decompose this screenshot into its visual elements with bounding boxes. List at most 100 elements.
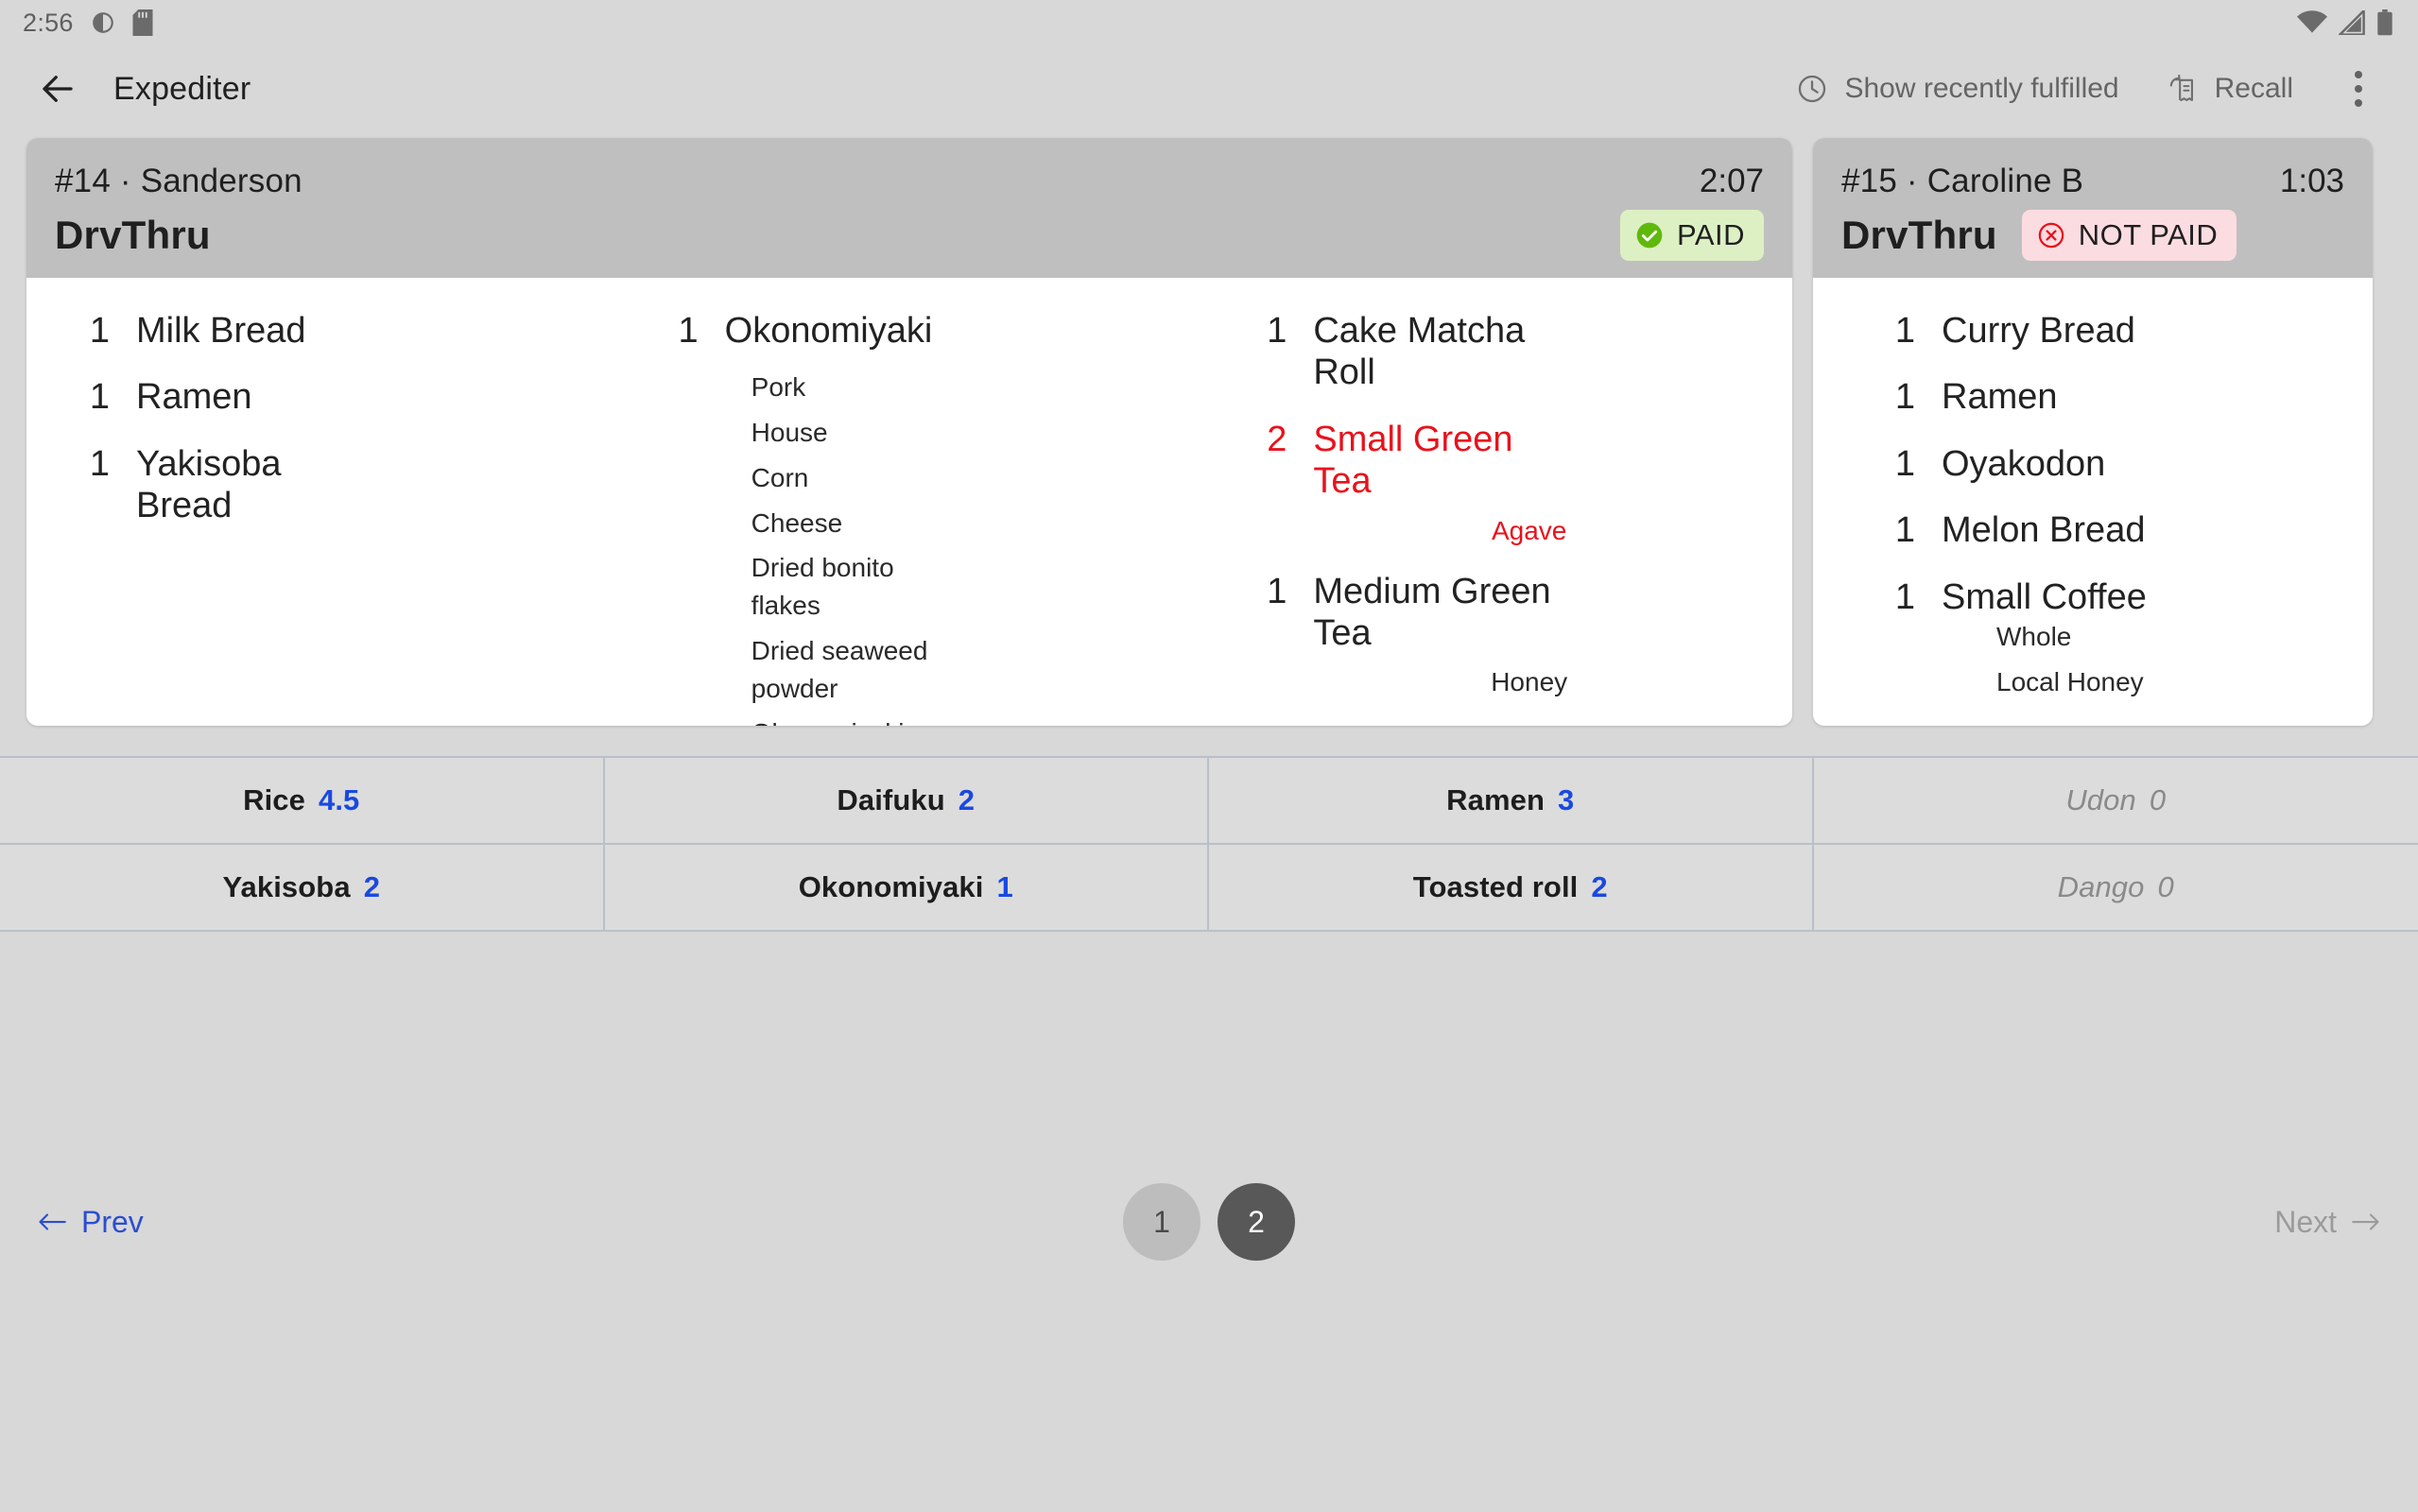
total-cell[interactable]: Yakisoba 2	[0, 845, 605, 932]
item-name: Melon Bread	[1942, 510, 2146, 551]
do-not-disturb-icon	[91, 10, 115, 35]
item-modifier: Honey	[1491, 667, 1568, 697]
order-header-top-row: #14 · Sanderson 2:07	[55, 163, 1764, 200]
item-quantity: 1	[1894, 377, 1915, 418]
item-name: Ramen	[1942, 377, 2058, 418]
item-modifier: Dried seaweed powder	[751, 635, 928, 703]
item-modifier: Local Honey	[1996, 667, 2144, 697]
order-destination: DrvThru	[1841, 213, 1997, 257]
item-name: Milk Bread	[136, 311, 306, 351]
order-line-item: 1 Small Coffee	[1855, 576, 2356, 618]
pagination: Prev 1 2 Next	[0, 932, 2418, 1512]
order-timer: 1:03	[2279, 163, 2344, 199]
item-name: Small Green Tea	[1313, 419, 1513, 502]
total-count: 2	[958, 783, 976, 816]
item-modifier: Agave	[1491, 515, 1567, 545]
wifi-icon	[2297, 10, 2327, 35]
order-items: 1 Milk Bread 1 Ramen 1 Yakisoba Bread 1 …	[26, 278, 1792, 726]
total-label: Yakisoba	[222, 870, 351, 903]
arrow-left-icon	[38, 1211, 66, 1232]
cancel-circle-icon	[2036, 220, 2066, 250]
order-items-column: 1 Okonomiyaki Pork House Corn Cheese Dri…	[615, 310, 1204, 726]
overflow-dot	[2355, 85, 2362, 93]
recall-label: Recall	[2214, 73, 2293, 104]
page-number-button[interactable]: 1	[1123, 1183, 1200, 1261]
item-name: Ramen	[136, 377, 252, 418]
item-name: Yakisoba Bread	[136, 443, 282, 526]
total-cell[interactable]: Toasted roll 2	[1209, 845, 1814, 932]
total-count: 0	[2157, 870, 2174, 903]
page-title: Expediter	[113, 70, 251, 107]
order-identifier: #14 · Sanderson	[55, 163, 302, 199]
cellular-signal-icon	[2337, 8, 2365, 36]
order-line-item: 2 Small Green Tea	[1226, 419, 1775, 503]
item-modifier: Cheese	[751, 507, 843, 538]
prev-page-button[interactable]: Prev	[38, 1205, 144, 1240]
total-cell[interactable]: Ramen 3	[1209, 758, 1814, 845]
order-card-header: #15 · Caroline B 1:03 DrvThru NOT PAID	[1813, 138, 2373, 278]
status-bar: 2:56	[0, 0, 2418, 45]
item-totals-grid: Rice 4.5 Daifuku 2 Ramen 3 Udon 0 Yakisoba 2 …	[0, 756, 2418, 932]
total-count: 2	[1591, 870, 1608, 903]
order-line-item: 1 Melon Bread	[1855, 509, 2356, 551]
next-page-button[interactable]: Next	[2274, 1205, 2380, 1240]
order-line-item: 1 Okonomiyaki	[638, 310, 1187, 352]
total-cell[interactable]: Udon 0	[1813, 758, 2418, 845]
show-recently-fulfilled-label: Show recently fulfilled	[1844, 73, 2119, 104]
item-name: Oyakodon	[1942, 443, 2106, 484]
item-modifier: Corn	[751, 462, 809, 492]
overflow-dot	[2355, 99, 2362, 107]
back-button[interactable]	[28, 60, 87, 118]
recall-button[interactable]: Recall	[2153, 65, 2306, 112]
item-quantity: 1	[1267, 571, 1287, 611]
status-bar-clock: 2:56	[23, 8, 74, 37]
status-bar-left: 2:56	[23, 9, 153, 38]
total-cell[interactable]: Daifuku 2	[604, 758, 1209, 845]
order-card[interactable]: #15 · Caroline B 1:03 DrvThru NOT PAID 1…	[1813, 138, 2373, 726]
overflow-dot	[2355, 71, 2362, 78]
item-name: Okonomiyaki	[724, 311, 933, 351]
total-cell[interactable]: Rice 4.5	[0, 758, 605, 845]
order-line-item: 1 Milk Bread	[49, 310, 598, 352]
total-count: 2	[363, 870, 381, 903]
status-badge-label: NOT PAID	[2078, 218, 2219, 251]
item-modifier: Okonomiyaki Sauce	[751, 714, 941, 726]
more-vertical-icon[interactable]	[2331, 60, 2386, 118]
total-label: Rice	[243, 783, 305, 816]
order-header-bottom-row: DrvThru PAID	[55, 210, 1764, 261]
order-cards: #14 · Sanderson 2:07 DrvThru PAID 1 Milk…	[0, 132, 2418, 756]
receipt-undo-icon	[2167, 73, 2199, 105]
back-arrow-icon	[38, 69, 78, 109]
order-header-top-row: #15 · Caroline B 1:03	[1841, 163, 2344, 200]
page-number-button-active[interactable]: 2	[1218, 1183, 1295, 1261]
item-modifiers: Agave	[1226, 512, 1775, 550]
order-card[interactable]: #14 · Sanderson 2:07 DrvThru PAID 1 Milk…	[26, 138, 1792, 726]
item-modifier: Whole	[1996, 622, 2072, 652]
arrow-right-icon	[2352, 1211, 2380, 1232]
status-badge: PAID	[1619, 210, 1764, 261]
order-line-item: 1 Ramen	[49, 376, 598, 418]
item-modifiers: Pork House Corn Cheese Dried bonito flak…	[638, 369, 1187, 726]
sd-card-icon	[132, 9, 153, 36]
total-cell[interactable]: Dango 0	[1813, 845, 2418, 932]
order-identifier: #15 · Caroline B	[1841, 163, 2084, 199]
status-bar-right	[2297, 8, 2393, 36]
item-quantity: 1	[1894, 510, 1915, 551]
item-quantity: 1	[1894, 311, 1915, 351]
order-destination: DrvThru	[55, 213, 211, 257]
item-modifiers: Honey	[1226, 663, 1775, 701]
order-card-header: #14 · Sanderson 2:07 DrvThru PAID	[26, 138, 1792, 278]
total-count: 0	[2149, 783, 2167, 816]
show-recently-fulfilled-button[interactable]: Show recently fulfilled	[1783, 65, 2132, 112]
item-quantity: 1	[678, 311, 699, 351]
item-quantity: 1	[1894, 443, 1915, 484]
total-count: 1	[996, 870, 1013, 903]
item-quantity: 1	[1894, 576, 1915, 617]
item-modifiers: Whole Local Honey	[1855, 618, 2356, 701]
total-count: 4.5	[318, 783, 360, 816]
next-page-label: Next	[2274, 1204, 2337, 1239]
total-cell[interactable]: Okonomiyaki 1	[604, 845, 1209, 932]
check-circle-icon	[1634, 220, 1665, 250]
app-bar: Expediter Show recently fulfilled Recall	[0, 45, 2418, 132]
status-badge: NOT PAID	[2021, 210, 2237, 261]
